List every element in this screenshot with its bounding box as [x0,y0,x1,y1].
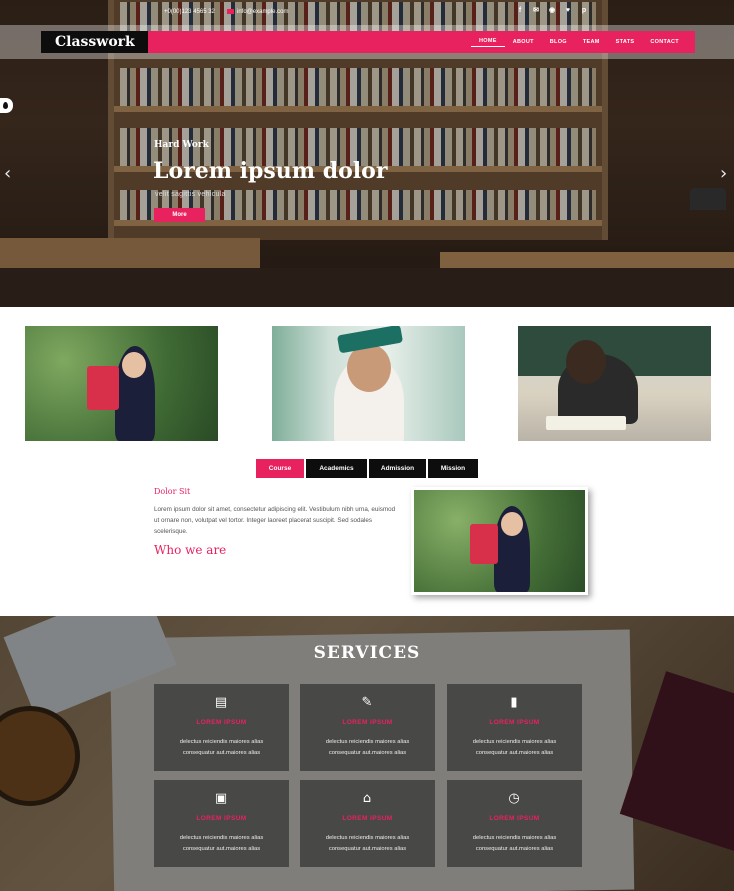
who-we-are-heading: Who we are [154,543,227,557]
rss-icon[interactable]: ◉ [548,7,556,15]
services-section: SERVICES ▤ LOREM IPSUM delectus reiciend… [0,616,734,891]
service-title: LOREM IPSUM [196,719,247,726]
service-desc: delectus reiciendis maiores alias conseq… [325,835,410,852]
service-title: LOREM IPSUM [342,719,393,726]
service-desc: delectus reiciendis maiores alias conseq… [179,835,264,852]
service-title: LOREM IPSUM [196,815,247,822]
service-card[interactable]: ✎ LOREM IPSUM delectus reiciendis maiore… [300,684,435,771]
service-card[interactable]: ▤ LOREM IPSUM delectus reiciendis maiore… [154,684,289,771]
graduation-cap-icon: ⌂ [362,791,372,806]
nav-team[interactable]: TEAM [575,31,608,53]
facebook-icon[interactable]: f [516,7,524,15]
student-photo [518,326,711,441]
graduate-photo-3 [414,490,585,592]
main-menu: HOME ABOUT BLOG TEAM STATS CONTACT [471,31,687,53]
tab-mission[interactable]: Mission [428,459,478,478]
service-title: LOREM IPSUM [489,719,540,726]
envelope-icon [227,9,234,14]
services-title: SERVICES [313,643,421,663]
hero-title: Lorem ipsum dolor [153,158,388,184]
tab-course[interactable]: Course [256,459,304,478]
tab-bar: Course Academics Admission Mission [256,459,478,478]
service-title: LOREM IPSUM [342,815,393,822]
service-title: LOREM IPSUM [489,815,540,822]
nav-stats[interactable]: STATS [608,31,643,53]
bookmark-icon: ▮ [510,695,518,710]
hero-banner: +0(00)123 4565 32 info@example.com f ✉ ◉… [0,0,734,307]
hero-tagline: velit sagittis vehicula [155,191,226,198]
pinterest-icon[interactable]: p [580,7,588,15]
service-desc: delectus reiciendis maiores alias conseq… [325,739,410,756]
site-logo[interactable]: Classwork [41,31,148,53]
slider-next-icon[interactable]: › [720,163,727,184]
more-button[interactable]: More [154,208,205,222]
tab-admission[interactable]: Admission [369,459,426,478]
twitter-icon[interactable]: ♥ [564,7,572,15]
service-card[interactable]: ▮ LOREM IPSUM delectus reiciendis maiore… [447,684,582,771]
nav-about[interactable]: ABOUT [505,31,542,53]
email-link[interactable]: info@example.com [237,9,288,15]
service-card[interactable]: ⌂ LOREM IPSUM delectus reiciendis maiore… [300,780,435,867]
service-desc: delectus reiciendis maiores alias conseq… [179,739,264,756]
envelope-icon[interactable]: ✉ [532,7,540,15]
clock-icon: ◷ [508,791,520,806]
pencil-icon: ✎ [361,695,373,710]
service-desc: delectus reiciendis maiores alias conseq… [472,835,557,852]
tab-body-text: Lorem ipsum dolor sit amet, consectetur … [154,506,396,535]
phone-number: +0(00)123 4565 32 [164,9,215,15]
service-card[interactable]: ◷ LOREM IPSUM delectus reiciendis maiore… [447,780,582,867]
graduate-photo-2 [272,326,465,441]
nav-contact[interactable]: CONTACT [642,31,687,53]
top-contact-bar: +0(00)123 4565 32 info@example.com f ✉ ◉… [0,0,734,25]
graduate-photo-1 [25,326,218,441]
tab-heading: Dolor Sit [154,487,191,496]
tab-photo-frame [411,487,588,595]
slider-prev-icon[interactable]: ‹ [4,163,11,184]
hero-subtitle: Hard Work [154,140,209,150]
nav-home[interactable]: HOME [471,31,505,47]
social-links: f ✉ ◉ ♥ p [516,7,588,15]
service-desc: delectus reiciendis maiores alias conseq… [472,739,557,756]
service-card[interactable]: ▣ LOREM IPSUM delectus reiciendis maiore… [154,780,289,867]
tab-academics[interactable]: Academics [306,459,367,478]
book-icon: ▤ [214,695,228,710]
drop-icon[interactable] [0,98,13,113]
nav-blog[interactable]: BLOG [542,31,575,53]
address-book-icon: ▣ [214,791,228,806]
